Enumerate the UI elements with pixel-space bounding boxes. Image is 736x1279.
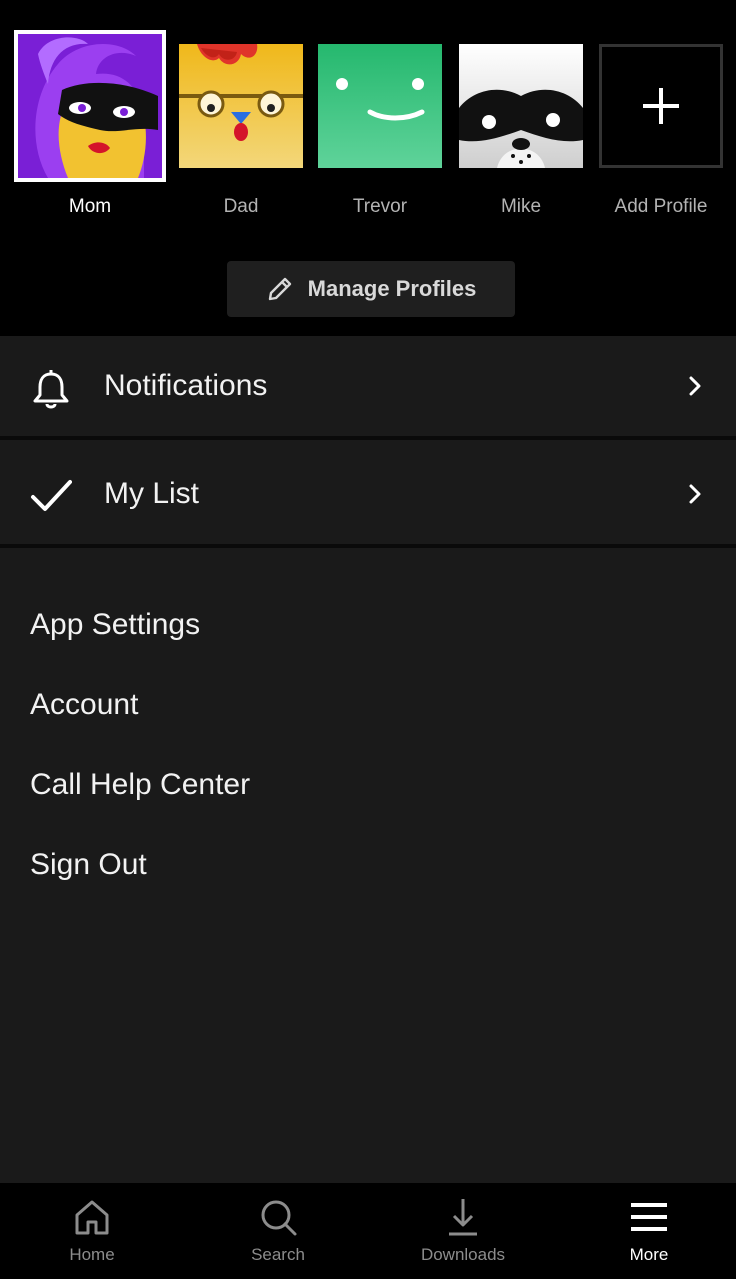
chevron-right-icon [689,484,701,504]
add-profile-button[interactable] [599,44,723,168]
manage-profiles-button[interactable]: Manage Profiles [227,261,515,317]
notifications-label: Notifications [104,369,268,402]
profile-name: Trevor [352,196,408,217]
smiley-avatar[interactable] [318,44,442,168]
bottom-nav: Home Search Downloads More [0,1183,736,1279]
profiles-header: Mom Dad Trevor Mike Add Profile Manage P… [0,0,736,336]
nav-home[interactable]: Home [0,1183,184,1279]
my-list-label: My List [104,477,200,510]
nav-home-label: Home [69,1245,115,1264]
manage-profiles-label: Manage Profiles [307,276,477,301]
search-icon [261,1200,297,1236]
check-icon [31,480,72,511]
profile-name: Mom [68,196,112,217]
pencil-icon [268,277,291,301]
nav-search[interactable]: Search [186,1183,370,1279]
profile-name: Mike [500,196,542,217]
nav-downloads-label: Downloads [420,1245,506,1264]
home-icon [75,1200,109,1235]
chevron-right-icon [689,376,701,396]
app-settings-link[interactable]: App Settings [30,608,200,642]
bell-icon [33,370,69,409]
plus-icon [643,88,679,124]
sign-out-link[interactable]: Sign Out [30,848,147,882]
chicken-avatar[interactable] [179,44,303,168]
nav-downloads[interactable]: Downloads [371,1183,555,1279]
profile-name: Dad [223,196,259,217]
masked-dog-avatar[interactable] [459,44,583,168]
nav-more-label: More [629,1245,669,1264]
download-icon [449,1199,477,1236]
account-link[interactable]: Account [30,688,138,722]
notifications-row[interactable]: Notifications [0,336,736,440]
menu-icon [631,1203,667,1231]
nav-search-label: Search [251,1245,305,1264]
nav-more[interactable]: More [557,1183,736,1279]
my-list-row[interactable]: My List [0,444,736,548]
menu-list: Notifications My List App Settings Accou… [0,336,736,1183]
masked-woman-avatar[interactable] [14,30,166,182]
profile-name: Add Profile [614,196,708,217]
help-center-link[interactable]: Call Help Center [30,768,250,802]
